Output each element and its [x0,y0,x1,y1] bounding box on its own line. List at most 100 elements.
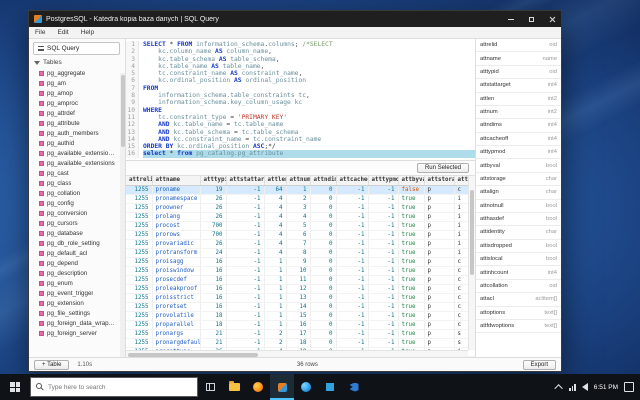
inspector-row[interactable]: attnum int2 [476,106,561,120]
export-button[interactable]: Export [522,359,556,370]
inspector-row[interactable]: attstattarget int4 [476,79,561,93]
column-header-attstorage[interactable]: attstorage [424,175,455,186]
inspector-row[interactable]: attndims int4 [476,119,561,133]
column-header-attnum[interactable]: attnum [286,175,311,186]
column-header-attname[interactable]: attname [152,175,201,186]
sidebar-item-pg_authid[interactable]: pg_authid [29,138,119,148]
sidebar-item-pg_db_role_setting[interactable]: pg_db_role_setting [29,238,119,248]
volume-icon[interactable] [581,383,588,391]
action-center-icon[interactable] [624,382,634,392]
inspector-row[interactable]: attname name [476,52,561,66]
task-view-button[interactable] [198,374,222,400]
sidebar-item-pg_foreign_data_wrapper[interactable]: pg_foreign_data_wrapper [29,318,119,328]
sidebar-item-pg_available_extension_versions[interactable]: pg_available_extension_versions [29,148,119,158]
grid-horizontal-scrollbar-thumb[interactable] [128,352,258,357]
sidebar-item-pg_available_extensions[interactable]: pg_available_extensions [29,158,119,168]
inspector-row[interactable]: attcollation oid [476,280,561,294]
inspector-row[interactable]: attbyval bool [476,159,561,173]
sidebar-item-pg_enum[interactable]: pg_enum [29,278,119,288]
sidebar-item-pg_amproc[interactable]: pg_amproc [29,98,119,108]
run-selected-button[interactable]: Run Selected [416,162,469,173]
sidebar-item-pg_cast[interactable]: pg_cast [29,168,119,178]
inspector-row[interactable]: atttypid oid [476,66,561,80]
desktop[interactable]: PostgresSQL - Katedra kopia baza danych … [0,0,640,400]
table-row[interactable]: 1255provariadic26-1470-1-1truepitrue [126,239,475,249]
code-editor-button[interactable] [342,374,366,400]
column-header-attrelid[interactable]: attrelid [126,175,153,186]
table-row[interactable]: 1255proretset16-11140-1-1truepctrue [126,302,475,312]
table-row[interactable]: 1255proleakproof16-11120-1-1truepctrue [126,284,475,294]
sql-app-button[interactable] [270,374,294,400]
column-header-attndims[interactable]: attndims [310,175,337,186]
menu-item-help[interactable]: Help [75,29,100,36]
inspector-row[interactable]: atthasdef bool [476,213,561,227]
table-row[interactable]: 1255proparallel18-11160-1-1truepctrue [126,320,475,330]
sql-editor[interactable]: 1 SELECT * FROM information_schema.column… [126,39,475,161]
table-row[interactable]: 1255proisstrict16-11130-1-1truepctrue [126,293,475,303]
inspector-row[interactable]: attstorage char [476,173,561,187]
sidebar-item-pg_event_trigger[interactable]: pg_event_trigger [29,288,119,298]
inspector-row[interactable]: attacl aclitem[] [476,293,561,307]
maximize-button[interactable] [523,11,540,27]
sidebar-item-pg_collation[interactable]: pg_collation [29,188,119,198]
sidebar-item-pg_description[interactable]: pg_description [29,268,119,278]
sidebar-scrollbar-thumb[interactable] [120,75,125,147]
tray-expand-icon[interactable] [554,384,564,393]
table-row[interactable]: 1255protransform24-1480-1-1truepitrue [126,248,475,258]
sidebar-item-pg_aggregate[interactable]: pg_aggregate [29,68,119,78]
taskbar-search[interactable] [30,377,198,397]
table-row[interactable]: 1255proisagg16-1190-1-1truepctrue [126,257,475,267]
search-input[interactable] [48,383,192,391]
close-button[interactable] [544,11,561,27]
table-row[interactable]: 1255pronargs21-12170-1-1truepstrue [126,329,475,339]
sidebar-item-pg_default_acl[interactable]: pg_default_acl [29,248,119,258]
table-row[interactable]: 1255proiswindow16-11100-1-1truepctrue [126,266,475,276]
sidebar-sql-query-tab[interactable]: SQL Query [33,42,120,55]
inspector-row[interactable]: attcacheoff int4 [476,133,561,146]
table-row[interactable]: 1255pronargdefaults21-12180-1-1truepstru… [126,338,475,348]
column-header-attlen[interactable]: attlen [264,175,287,186]
sidebar-item-pg_amop[interactable]: pg_amop [29,88,119,98]
sidebar-item-pg_extension[interactable]: pg_extension [29,298,119,308]
firefox-button[interactable] [246,374,270,400]
column-header-attbyval[interactable]: attbyval [398,175,425,186]
menu-item-file[interactable]: File [29,29,51,36]
table-row[interactable]: 1255prorows700-1460-1-1truepitrue [126,230,475,240]
column-header-atttypid[interactable]: atttypid [200,175,227,186]
sidebar-item-pg_database[interactable]: pg_database [29,228,119,238]
edge-button[interactable] [294,374,318,400]
grid-vertical-scrollbar-thumb[interactable] [470,189,474,275]
clock[interactable]: 6:51 PM [594,384,618,391]
column-header-atttypmod[interactable]: atttypmod [368,175,399,186]
column-header-attcacheoff[interactable]: attcacheoff [336,175,369,186]
inspector-row[interactable]: attislocal bool [476,253,561,267]
sidebar-item-pg_auth_members[interactable]: pg_auth_members [29,128,119,138]
results-grid[interactable]: attrelidattnameatttypidattstattargetattl… [126,175,475,357]
table-row[interactable]: 1255prosecdef16-11110-1-1truepctrue [126,275,475,285]
column-header-attstattarget[interactable]: attstattarget [226,175,265,186]
inspector-row[interactable]: attlen int2 [476,93,561,106]
titlebar[interactable]: PostgresSQL - Katedra kopia baza danych … [29,11,561,27]
sidebar-item-pg_cursors[interactable]: pg_cursors [29,218,119,228]
table-row[interactable]: 1255proname19-16410-1-1falsepctrue [126,185,475,195]
inspector-row[interactable]: attidentity char [476,226,561,240]
menu-item-edit[interactable]: Edit [51,29,74,36]
sidebar-item-pg_conversion[interactable]: pg_conversion [29,208,119,218]
sidebar-tables-header[interactable]: Tables [29,57,125,68]
file-explorer-button[interactable] [222,374,246,400]
add-table-button[interactable]: + Table [34,359,70,370]
sidebar-item-pg_file_settings[interactable]: pg_file_settings [29,308,119,318]
table-row[interactable]: 1255procost700-1450-1-1truepitrue [126,221,475,231]
grid-horizontal-scrollbar[interactable] [126,350,468,357]
start-button[interactable] [0,374,30,400]
sidebar-item-pg_depend[interactable]: pg_depend [29,258,119,268]
sidebar-item-pg_config[interactable]: pg_config [29,198,119,208]
table-row[interactable]: 1255proowner26-1430-1-1truepitrue [126,203,475,213]
minimize-button[interactable] [502,11,519,27]
table-row[interactable]: 1255provolatile18-11150-1-1truepctrue [126,311,475,321]
inspector-row[interactable]: attfdwoptions text[] [476,320,561,334]
inspector-row[interactable]: attoptions text[] [476,307,561,320]
inspector-row[interactable]: attrelid oid [476,39,561,53]
table-row[interactable]: 1255pronamespace26-1420-1-1truepitrue [126,194,475,204]
store-button[interactable] [318,374,342,400]
